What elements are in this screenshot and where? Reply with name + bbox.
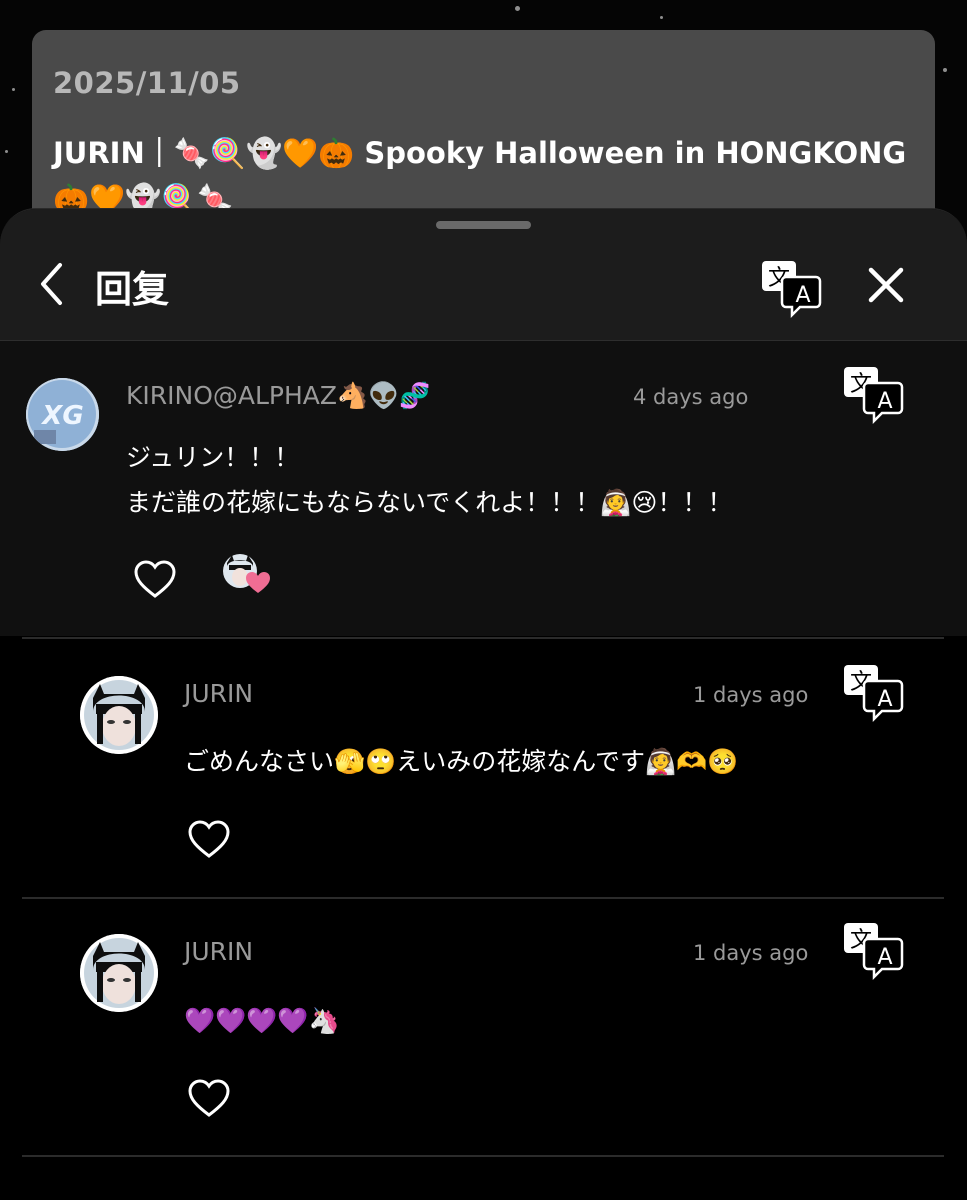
translate-comment-button[interactable]: 文 A	[842, 365, 906, 425]
app-root: 2025/11/05 JURIN｜🍬🍭👻🧡🎃 Spooky Halloween …	[0, 0, 967, 1200]
background-star	[12, 88, 15, 91]
avatar-image	[80, 676, 158, 754]
replies-sheet: 回复 文 A XG KIRINO@ALPHAZ🐴👽🧬 4 days ago 文 …	[0, 208, 967, 1200]
avatar-image: XG	[26, 378, 99, 451]
translate-icon: 文 A	[844, 923, 904, 981]
translate-icon: 文 A	[844, 367, 904, 425]
translate-icon: 文 A	[762, 261, 822, 319]
author-liked-badge	[222, 553, 270, 595]
svg-text:A: A	[877, 389, 892, 414]
heart-icon	[188, 1079, 230, 1117]
translate-icon: 文 A	[844, 665, 904, 723]
svg-text:XG: XG	[40, 401, 83, 431]
like-button[interactable]	[133, 560, 177, 600]
back-button[interactable]	[34, 259, 70, 309]
reply-timestamp: 1 days ago	[693, 941, 809, 965]
like-button[interactable]	[187, 1079, 231, 1119]
comment-text: ジュリン！！！ まだ誰の花嫁にもならないでくれよ！！！👰😢！！！	[126, 443, 733, 517]
post-date: 2025/11/05	[53, 66, 241, 100]
reply-text: ごめんなさい🫣🙄えいみの花嫁なんです👰🫶🥺	[184, 747, 739, 776]
avatar[interactable]: XG	[26, 378, 99, 451]
svg-text:A: A	[795, 283, 810, 308]
translate-reply-button[interactable]: 文 A	[842, 921, 906, 981]
comment-item: XG KIRINO@ALPHAZ🐴👽🧬 4 days ago 文 A ジュリン！…	[0, 341, 967, 636]
close-icon	[868, 267, 904, 303]
chevron-left-icon	[41, 263, 62, 305]
heart-icon	[134, 560, 176, 598]
reply-username[interactable]: JURIN	[184, 937, 253, 966]
like-button[interactable]	[187, 820, 231, 860]
reply-item: JURIN 1 days ago 文 A ごめんなさい🫣🙄えいみの花嫁なんです👰…	[0, 639, 967, 897]
translate-all-button[interactable]: 文 A	[760, 259, 824, 319]
sheet-header: 回复 文 A	[0, 209, 967, 341]
avatar[interactable]	[80, 934, 158, 1012]
background-star	[5, 150, 8, 153]
reply-username[interactable]: JURIN	[184, 679, 253, 708]
background-star	[943, 68, 947, 72]
avatar[interactable]	[80, 676, 158, 754]
background-star	[515, 6, 520, 11]
drag-handle[interactable]	[436, 221, 531, 229]
divider	[22, 1155, 944, 1157]
reply-timestamp: 1 days ago	[693, 683, 809, 707]
reply-item: JURIN 1 days ago 文 A 💜💜💜💜🦄	[0, 899, 967, 1157]
background-star	[660, 16, 663, 19]
svg-text:A: A	[877, 945, 892, 970]
author-avatar-heart-icon	[223, 554, 270, 593]
comment-username[interactable]: KIRINO@ALPHAZ🐴👽🧬	[126, 381, 430, 411]
comment-timestamp: 4 days ago	[633, 385, 749, 409]
translate-reply-button[interactable]: 文 A	[842, 663, 906, 723]
heart-icon	[188, 820, 230, 858]
svg-text:A: A	[877, 687, 892, 712]
close-button[interactable]	[866, 265, 906, 305]
reply-text: 💜💜💜💜🦄	[184, 1006, 340, 1035]
avatar-image	[80, 934, 158, 1012]
sheet-title: 回复	[95, 268, 169, 311]
